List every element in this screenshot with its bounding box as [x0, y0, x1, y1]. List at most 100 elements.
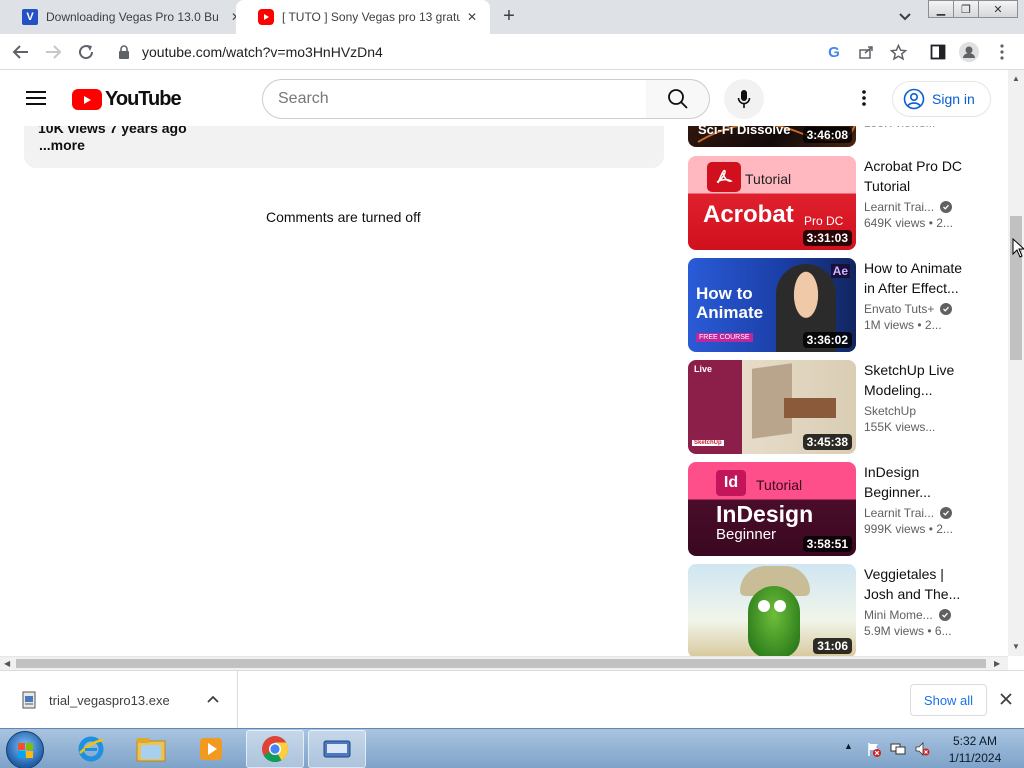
action-center-flag-icon[interactable]	[866, 741, 882, 757]
mouse-cursor-icon	[1012, 238, 1024, 258]
video-channel[interactable]: Mini Mome...	[864, 608, 974, 622]
restore-window-icon[interactable]: ❐	[953, 0, 979, 18]
video-title[interactable]: How to Animate in After Effect...	[864, 258, 974, 298]
horizontal-scrollbar-thumb[interactable]	[16, 659, 986, 668]
video-title[interactable]: InDesign Beginner...	[864, 462, 974, 502]
reload-icon[interactable]	[74, 40, 98, 64]
file-explorer-taskbar-icon[interactable]	[122, 730, 180, 768]
video-channel[interactable]: Learnit Trai...	[864, 506, 974, 520]
search-button[interactable]	[646, 79, 710, 119]
forward-arrow-icon[interactable]	[41, 40, 65, 64]
sidebar-video-card[interactable]: 31:06 Veggietales | Josh and The... Mini…	[688, 564, 998, 656]
video-thumbnail[interactable]: How to Animate FREE COURSE Ae 3:36:02	[688, 258, 856, 352]
browser-tab-strip: V Downloading Vegas Pro 13.0 Bu ✕ [ TUTO…	[0, 0, 1024, 34]
video-title[interactable]: Acrobat Pro DC Tutorial	[864, 156, 974, 196]
volume-muted-icon[interactable]	[914, 741, 930, 757]
lock-icon	[119, 45, 129, 59]
user-circle-icon	[903, 88, 925, 110]
search-placeholder: Search	[278, 90, 329, 107]
internet-explorer-taskbar-icon[interactable]	[62, 730, 120, 768]
chrome-menu-kebab-icon[interactable]	[992, 42, 1012, 62]
thumbnail-caption: Animate	[696, 303, 764, 322]
show-more-link[interactable]: ...more	[39, 137, 85, 153]
vertical-scrollbar[interactable]: ▲ ▼	[1008, 70, 1024, 656]
network-icon[interactable]	[890, 741, 906, 757]
close-shelf-icon[interactable]	[998, 691, 1014, 707]
sign-in-button[interactable]: Sign in	[892, 81, 991, 117]
tab-youtube-tuto[interactable]: [ TUTO ] Sony Vegas pro 13 gratu ✕	[236, 0, 490, 34]
scroll-left-arrow-icon[interactable]: ◀	[4, 659, 10, 668]
video-title[interactable]: Veggietales | Josh and The...	[864, 564, 974, 604]
channel-name: Learnit Trai...	[864, 506, 935, 520]
address-bar[interactable]: youtube.com/watch?v=mo3HnHVzDn4	[106, 38, 914, 66]
windows-start-button[interactable]	[6, 731, 44, 768]
show-all-label: Show all	[923, 692, 974, 708]
sidebar-video-card[interactable]: Live SketchUp 3:45:38 SketchUp Live Mode…	[688, 360, 998, 454]
video-channel[interactable]: Learnit Trai...	[864, 200, 974, 214]
google-g-icon[interactable]: G	[824, 42, 844, 62]
video-duration: 3:46:08	[802, 127, 852, 143]
tab-vegas-download[interactable]: V Downloading Vegas Pro 13.0 Bu ✕	[0, 0, 248, 34]
video-views-age: 649K views • 2...	[864, 216, 953, 230]
youtube-logo[interactable]: YouTube	[72, 88, 182, 111]
video-duration: 3:36:02	[802, 332, 852, 348]
scroll-right-arrow-icon[interactable]: ▶	[994, 659, 1000, 668]
video-info: Veggietales | Josh and The... Mini Mome.…	[864, 564, 974, 640]
after-effects-logo-icon: Ae	[830, 264, 850, 278]
video-thumbnail[interactable]: Live SketchUp 3:45:38	[688, 360, 856, 454]
share-icon[interactable]	[856, 42, 876, 62]
video-channel[interactable]: SketchUp	[864, 404, 974, 418]
thumbnail-caption: Tutorial	[756, 477, 803, 493]
minimize-window-icon[interactable]: ▁	[928, 0, 954, 18]
tab-search-chevron-icon[interactable]	[897, 8, 913, 24]
system-clock[interactable]: 5:32 AM 1/11/2024	[940, 733, 1010, 767]
youtube-wordmark: YouTube	[105, 88, 182, 110]
voice-search-button[interactable]	[724, 79, 764, 119]
tab-close-icon[interactable]: ✕	[464, 9, 480, 25]
hamburger-menu-icon[interactable]	[26, 88, 46, 108]
video-views-age: 999K views • 2...	[864, 522, 953, 536]
back-arrow-icon[interactable]	[9, 40, 33, 64]
microphone-icon	[737, 90, 751, 108]
sidebar-video-card[interactable]: How to Animate FREE COURSE Ae 3:36:02 Ho…	[688, 258, 998, 352]
search-input[interactable]: Search	[262, 79, 647, 119]
settings-kebab-icon[interactable]	[854, 88, 874, 108]
video-channel[interactable]: Envato Tuts+	[864, 302, 974, 316]
close-window-icon[interactable]: ✕	[978, 0, 1018, 18]
browser-toolbar: youtube.com/watch?v=mo3HnHVzDn4 G	[0, 34, 1024, 70]
keyboard-app-taskbar-icon[interactable]	[308, 730, 366, 768]
profile-avatar-icon[interactable]	[959, 42, 979, 62]
sidebar-video-card[interactable]: Id Tutorial InDesign Beginner 3:58:51 In…	[688, 462, 998, 556]
download-item[interactable]: trial_vegaspro13.exe	[0, 671, 238, 729]
video-info: InDesign Beginner... Learnit Trai... 999…	[864, 462, 974, 538]
video-views-age: 5.9M views • 6...	[864, 624, 952, 638]
video-thumbnail[interactable]: 31:06	[688, 564, 856, 656]
video-info: Acrobat Pro DC Tutorial Learnit Trai... …	[864, 156, 974, 232]
video-title[interactable]: SketchUp Live Modeling...	[864, 360, 974, 400]
media-player-taskbar-icon[interactable]	[182, 730, 240, 768]
sidebar-video-card[interactable]: Tutorial Acrobat Pro DC 3:31:03 Acrobat …	[688, 156, 998, 250]
free-course-badge: FREE COURSE	[696, 333, 753, 342]
new-tab-plus-icon[interactable]: +	[498, 6, 520, 28]
video-duration: 3:31:03	[802, 230, 852, 246]
show-hidden-icons-arrow-icon[interactable]: ▲	[844, 741, 860, 757]
show-all-downloads-button[interactable]: Show all	[910, 684, 987, 716]
scroll-down-arrow-icon[interactable]: ▼	[1012, 642, 1020, 651]
video-thumbnail[interactable]: Tutorial Acrobat Pro DC 3:31:03	[688, 156, 856, 250]
thumbnail-caption: Pro DC	[804, 214, 844, 228]
scroll-up-arrow-icon[interactable]: ▲	[1012, 74, 1020, 83]
chrome-taskbar-icon[interactable]	[246, 730, 304, 768]
verified-check-icon	[940, 303, 953, 315]
video-duration: 3:58:51	[802, 536, 852, 552]
indesign-logo-icon: Id	[716, 470, 746, 496]
youtube-play-logo-icon	[72, 89, 102, 110]
video-age: 2...	[924, 318, 942, 332]
sketchup-logo-icon: SketchUp	[692, 440, 724, 446]
bookmark-star-icon[interactable]	[888, 42, 908, 62]
page-viewport: 10K views 7 years ago ...more Comments a…	[0, 70, 1008, 656]
download-file-name: trial_vegaspro13.exe	[49, 693, 170, 708]
chevron-up-icon[interactable]	[205, 692, 221, 708]
video-thumbnail[interactable]: Id Tutorial InDesign Beginner 3:58:51	[688, 462, 856, 556]
channel-name: Envato Tuts+	[864, 302, 935, 316]
side-panel-icon[interactable]	[928, 42, 948, 62]
